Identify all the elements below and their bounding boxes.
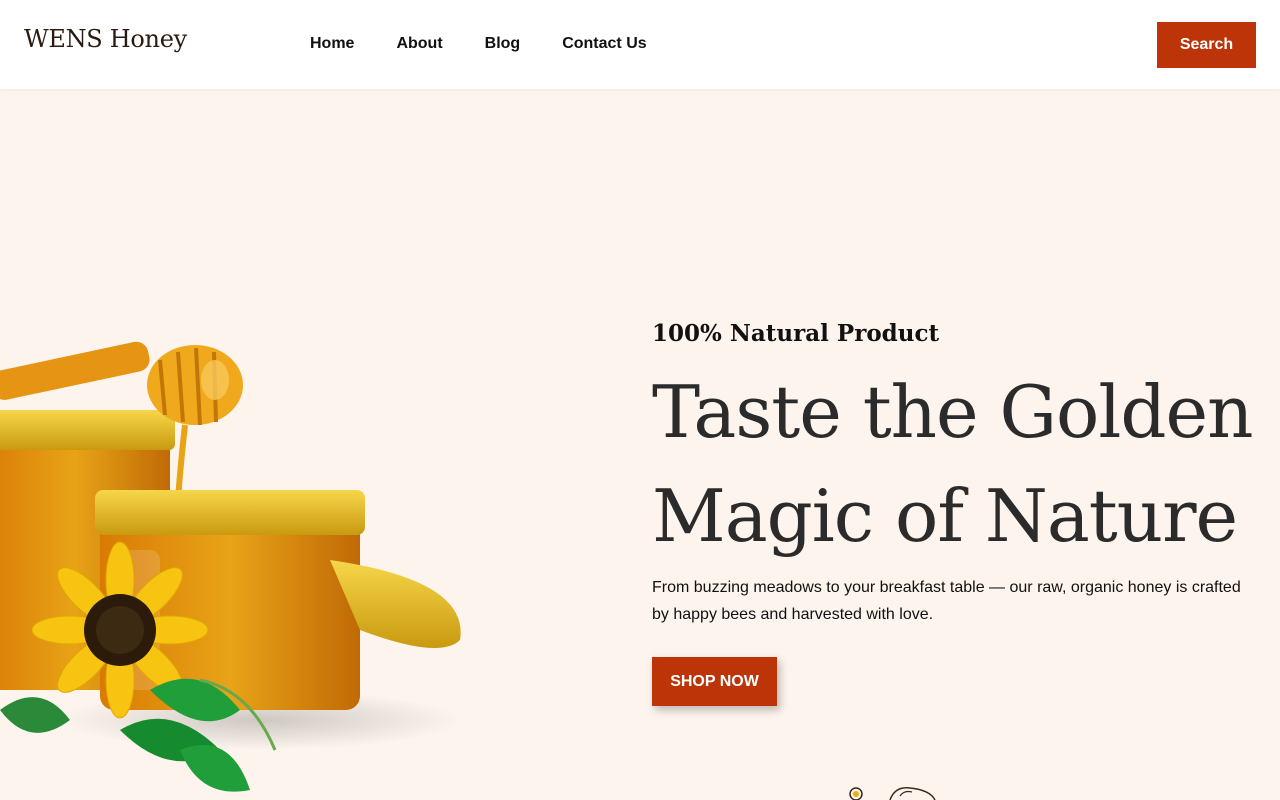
nav-about[interactable]: About [396,34,442,54]
honey-jar-image [0,341,461,792]
nav-blog[interactable]: Blog [485,34,521,54]
hero-title: Taste the Golden Magic of Nature [652,360,1272,568]
hero-eyebrow: 100% Natural Product [652,320,940,347]
hero-description: From buzzing meadows to your breakfast t… [652,579,1241,623]
hero-title-line-2: Magic of Nature [652,474,1238,558]
site-header: WENS Honey Home About Blog Contact Us Se… [0,0,1280,89]
nav-home[interactable]: Home [310,34,354,54]
site-logo[interactable]: WENS Honey [24,25,187,53]
hero-title-line-1: Taste the Golden [652,370,1253,454]
main-nav: Home About Blog Contact Us [310,34,689,54]
shop-now-button[interactable]: SHOP NOW [652,657,777,706]
nav-contact-us[interactable]: Contact Us [562,34,646,54]
search-button[interactable]: Search [1157,22,1256,68]
bee-icon [849,787,936,800]
